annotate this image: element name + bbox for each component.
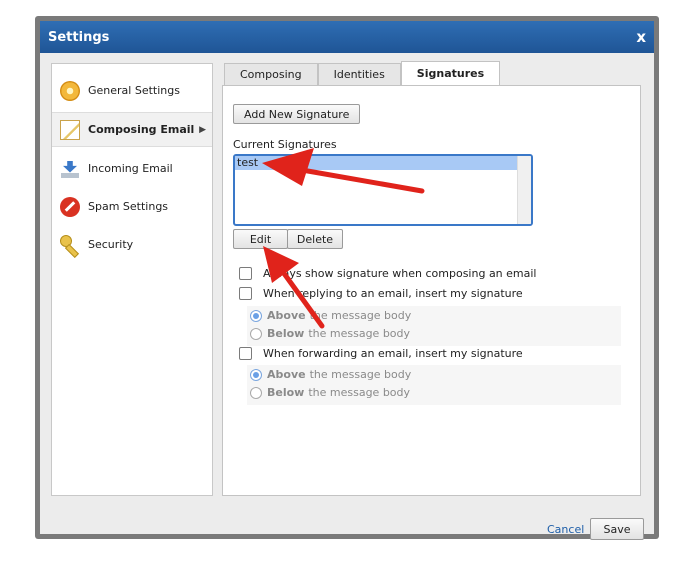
forward-position-group: Above the message body Below the message… (247, 365, 621, 405)
title-bar: Settings x (40, 21, 654, 53)
sidebar-item-security[interactable]: Security (52, 228, 212, 261)
reply-label: When replying to an email, insert my sig… (263, 287, 523, 300)
forward-above-option: Above the message body (250, 368, 411, 381)
current-signatures-label: Current Signatures (233, 138, 337, 151)
forward-below-bold: Below (267, 386, 305, 399)
signature-list-scrollbar[interactable] (517, 156, 531, 224)
signatures-panel: Add New Signature Current Signatures tes… (222, 85, 641, 496)
signature-list[interactable]: test (233, 154, 533, 226)
window-title: Settings (48, 29, 110, 45)
reply-above-bold: Above (267, 309, 306, 322)
settings-content: Composing Identities Signatures Add New … (222, 61, 641, 496)
reply-position-group: Above the message body Below the message… (247, 306, 621, 346)
always-show-label: Always show signature when composing an … (263, 267, 537, 280)
sidebar-item-label: Spam Settings (88, 200, 169, 213)
spam-icon (60, 196, 80, 217)
compose-icon (60, 119, 80, 140)
sidebar-item-general-settings[interactable]: General Settings (52, 74, 212, 107)
tab-signatures[interactable]: Signatures (400, 61, 501, 85)
always-show-checkbox[interactable] (239, 267, 252, 280)
reply-above-option: Above the message body (250, 309, 411, 322)
sidebar-item-label: Security (88, 238, 134, 251)
settings-sidebar: General Settings Composing Email ▶ Incom… (51, 63, 213, 496)
edit-button[interactable]: Edit (233, 229, 288, 249)
forward-below-text: the message body (308, 386, 411, 399)
forward-above-text: the message body (309, 368, 412, 381)
gear-icon (60, 80, 80, 101)
sidebar-item-composing-email[interactable]: Composing Email ▶ (52, 112, 212, 147)
sidebar-item-label: Incoming Email (88, 162, 173, 175)
reply-below-bold: Below (267, 327, 305, 340)
key-icon (60, 234, 80, 255)
save-button[interactable]: Save (590, 518, 644, 540)
forward-above-radio[interactable] (250, 368, 262, 381)
dialog-body: General Settings Composing Email ▶ Incom… (40, 53, 654, 540)
tab-identities[interactable]: Identities (317, 63, 401, 85)
tab-composing[interactable]: Composing (224, 63, 318, 85)
forward-option: When forwarding an email, insert my sign… (239, 347, 523, 360)
incoming-icon (60, 159, 80, 179)
sidebar-item-label: Composing Email (88, 123, 195, 136)
tab-bar: Composing Identities Signatures (222, 61, 501, 86)
sidebar-item-label: General Settings (88, 84, 180, 97)
sidebar-item-incoming-email[interactable]: Incoming Email (52, 152, 212, 185)
close-icon[interactable]: x (636, 28, 646, 46)
forward-below-option: Below the message body (250, 386, 410, 399)
reply-below-option: Below the message body (250, 327, 410, 340)
add-new-signature-button[interactable]: Add New Signature (233, 104, 361, 124)
chevron-right-icon: ▶ (199, 124, 206, 135)
forward-below-radio[interactable] (250, 386, 262, 399)
reply-above-radio[interactable] (250, 309, 262, 322)
reply-below-text: the message body (308, 327, 411, 340)
forward-checkbox[interactable] (239, 347, 252, 360)
forward-label: When forwarding an email, insert my sign… (263, 347, 523, 360)
signature-item[interactable]: test (235, 156, 517, 170)
cancel-link[interactable]: Cancel (547, 523, 584, 536)
forward-above-bold: Above (267, 368, 306, 381)
always-show-option: Always show signature when composing an … (239, 267, 537, 280)
delete-button[interactable]: Delete (287, 229, 343, 249)
reply-above-text: the message body (309, 309, 412, 322)
reply-below-radio[interactable] (250, 327, 262, 340)
sidebar-item-spam-settings[interactable]: Spam Settings (52, 190, 212, 223)
reply-option: When replying to an email, insert my sig… (239, 287, 523, 300)
settings-window: Settings x General Settings Composing Em… (35, 16, 659, 540)
reply-checkbox[interactable] (239, 287, 252, 300)
